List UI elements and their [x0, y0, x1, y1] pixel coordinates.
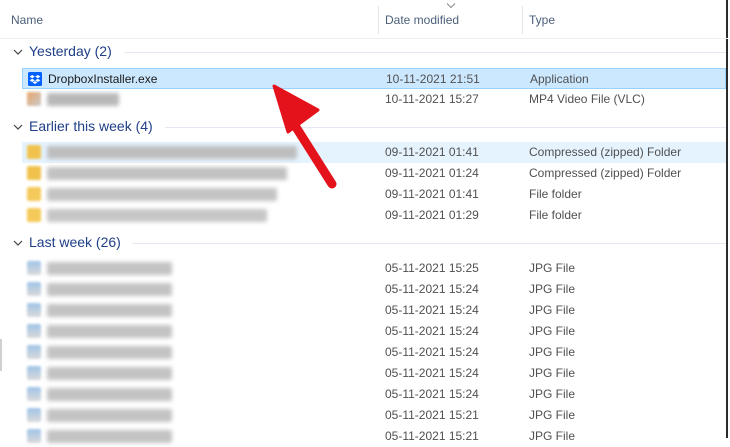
group-header-yesterday[interactable]: Yesterday (2): [0, 42, 728, 62]
image-file-icon: [27, 408, 41, 422]
blurred-file-name: [47, 93, 119, 106]
blurred-file-name: [47, 346, 172, 359]
file-row[interactable]: 05-11-2021 15:25 JPG File: [22, 258, 726, 279]
file-row[interactable]: 05-11-2021 15:24 JPG File: [22, 342, 726, 363]
column-divider[interactable]: [378, 6, 379, 34]
annotation-arrow-icon: [272, 84, 337, 189]
zip-folder-icon: [27, 145, 41, 159]
file-type: File folder: [529, 208, 582, 222]
file-date: 09-11-2021 01:24: [385, 166, 479, 180]
file-type: JPG File: [529, 282, 576, 296]
file-type: MP4 Video File (VLC): [529, 92, 645, 106]
blurred-file-name: [47, 283, 172, 296]
group-divider: [165, 127, 726, 128]
file-type: Compressed (zipped) Folder: [529, 145, 682, 159]
group-header-last-week[interactable]: Last week (26): [0, 233, 728, 253]
file-type: File folder: [529, 187, 582, 201]
zip-folder-icon: [27, 166, 41, 180]
blurred-file-name: [47, 262, 172, 275]
file-type: JPG File: [529, 345, 576, 359]
group-title: Yesterday (2): [29, 43, 112, 59]
file-type: JPG File: [529, 261, 576, 275]
blurred-file-name: [47, 167, 287, 180]
file-date: 05-11-2021 15:24: [385, 345, 479, 359]
image-file-icon: [27, 429, 41, 443]
blurred-file-name: [47, 388, 172, 401]
blurred-file-name: [47, 304, 172, 317]
file-row[interactable]: 09-11-2021 01:24 Compressed (zipped) Fol…: [22, 163, 726, 184]
blurred-file-name: [47, 367, 172, 380]
file-row[interactable]: 05-11-2021 15:24 JPG File: [22, 384, 726, 405]
file-name: DropboxInstaller.exe: [48, 72, 158, 86]
file-date: 05-11-2021 15:21: [385, 429, 479, 443]
blurred-file-name: [47, 188, 277, 201]
file-row[interactable]: 09-11-2021 01:41 Compressed (zipped) Fol…: [22, 142, 726, 163]
file-date: 09-11-2021 01:41: [385, 187, 479, 201]
image-file-icon: [27, 345, 41, 359]
file-type: JPG File: [529, 366, 576, 380]
file-row[interactable]: 10-11-2021 15:27 MP4 Video File (VLC): [22, 89, 726, 110]
chevron-down-icon: [13, 49, 23, 55]
scroll-edge-marker: [0, 339, 2, 371]
folder-icon: [27, 187, 41, 201]
file-row[interactable]: 05-11-2021 15:24 JPG File: [22, 363, 726, 384]
file-type: JPG File: [529, 429, 576, 443]
column-header-bar: Name Date modified Type: [0, 0, 728, 39]
file-list-pane: Name Date modified Type Yesterday (2) Dr…: [0, 0, 728, 443]
file-date: 05-11-2021 15:24: [385, 366, 479, 380]
group-title: Earlier this week (4): [29, 118, 153, 134]
video-file-icon: [27, 92, 41, 106]
group-divider: [124, 52, 726, 53]
file-date: 05-11-2021 15:24: [385, 303, 479, 317]
image-file-icon: [27, 387, 41, 401]
file-row[interactable]: 05-11-2021 15:21 JPG File: [22, 405, 726, 426]
file-date: 05-11-2021 15:21: [385, 408, 479, 422]
file-date: 09-11-2021 01:41: [385, 145, 479, 159]
sort-chevron-icon: [446, 3, 456, 9]
image-file-icon: [27, 282, 41, 296]
image-file-icon: [27, 303, 41, 317]
file-type: JPG File: [529, 324, 576, 338]
file-type: JPG File: [529, 387, 576, 401]
file-date: 09-11-2021 01:29: [385, 208, 479, 222]
file-type: JPG File: [529, 408, 576, 422]
file-row[interactable]: 05-11-2021 15:24 JPG File: [22, 321, 726, 342]
file-row[interactable]: 09-11-2021 01:41 File folder: [22, 184, 726, 205]
chevron-down-icon: [13, 240, 23, 246]
group-header-earlier-this-week[interactable]: Earlier this week (4): [0, 117, 728, 137]
folder-icon: [27, 208, 41, 222]
column-header-date-modified[interactable]: Date modified: [385, 13, 459, 27]
file-type: JPG File: [529, 303, 576, 317]
file-row[interactable]: 05-11-2021 15:21 JPG File: [22, 426, 726, 447]
blurred-file-name: [47, 409, 172, 422]
group-divider: [132, 243, 726, 244]
file-row[interactable]: 05-11-2021 15:24 JPG File: [22, 300, 726, 321]
file-row[interactable]: 09-11-2021 01:29 File folder: [22, 205, 726, 226]
column-header-name[interactable]: Name: [11, 13, 43, 27]
file-date: 05-11-2021 15:24: [385, 282, 479, 296]
image-file-icon: [27, 366, 41, 380]
file-date: 10-11-2021 15:27: [385, 92, 479, 106]
column-divider[interactable]: [522, 6, 523, 34]
chevron-down-icon: [13, 124, 23, 130]
group-title: Last week (26): [29, 234, 121, 250]
file-type: Compressed (zipped) Folder: [529, 166, 682, 180]
dropbox-icon: [28, 72, 42, 86]
image-file-icon: [27, 324, 41, 338]
blurred-file-name: [47, 430, 172, 443]
file-date: 05-11-2021 15:24: [385, 387, 479, 401]
file-type: Application: [530, 72, 589, 86]
file-row[interactable]: 05-11-2021 15:24 JPG File: [22, 279, 726, 300]
file-date: 05-11-2021 15:25: [385, 261, 479, 275]
file-row-selected[interactable]: DropboxInstaller.exe 10-11-2021 21:51 Ap…: [22, 68, 726, 89]
blurred-file-name: [47, 209, 267, 222]
file-date: 05-11-2021 15:24: [385, 324, 479, 338]
blurred-file-name: [47, 325, 172, 338]
file-date: 10-11-2021 21:51: [386, 72, 480, 86]
image-file-icon: [27, 261, 41, 275]
column-header-type[interactable]: Type: [529, 13, 555, 27]
